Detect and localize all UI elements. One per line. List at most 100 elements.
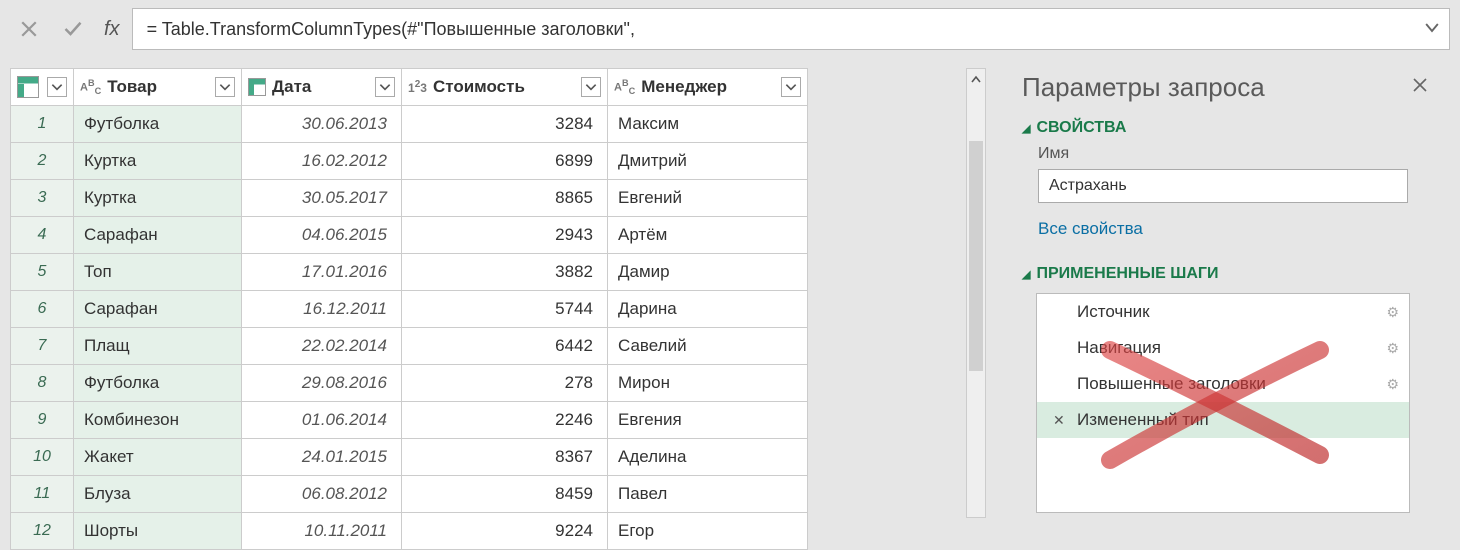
gear-icon[interactable]: ⚙ bbox=[1386, 376, 1399, 393]
table-row[interactable]: 3Куртка30.05.20178865Евгений bbox=[11, 180, 808, 217]
manager-cell[interactable]: Евгения bbox=[608, 402, 808, 439]
tovar-cell[interactable]: Куртка bbox=[74, 143, 242, 180]
fx-label: fx bbox=[98, 18, 126, 41]
date-type-icon bbox=[248, 78, 266, 96]
tovar-cell[interactable]: Футболка bbox=[74, 365, 242, 402]
query-name-input[interactable] bbox=[1038, 169, 1408, 203]
table-row[interactable]: 11Блуза06.08.20128459Павел bbox=[11, 476, 808, 513]
row-number-header[interactable] bbox=[11, 69, 74, 106]
cost-cell[interactable]: 9224 bbox=[402, 513, 608, 550]
tovar-cell[interactable]: Сарафан bbox=[74, 217, 242, 254]
applied-step[interactable]: Источник⚙ bbox=[1037, 294, 1409, 330]
properties-section-header[interactable]: ◢ СВОЙСТВА bbox=[1022, 119, 1432, 137]
manager-cell[interactable]: Савелий bbox=[608, 328, 808, 365]
date-cell[interactable]: 10.11.2011 bbox=[242, 513, 402, 550]
all-properties-link[interactable]: Все свойства bbox=[1038, 219, 1143, 239]
applied-step[interactable]: ✕ Измененный тип bbox=[1037, 402, 1409, 438]
date-cell[interactable]: 30.05.2017 bbox=[242, 180, 402, 217]
vertical-scrollbar[interactable] bbox=[966, 68, 986, 518]
tovar-cell[interactable]: Топ bbox=[74, 254, 242, 291]
cost-cell[interactable]: 2943 bbox=[402, 217, 608, 254]
date-cell[interactable]: 22.02.2014 bbox=[242, 328, 402, 365]
formula-cancel-button[interactable] bbox=[10, 11, 48, 47]
manager-cell[interactable]: Евгений bbox=[608, 180, 808, 217]
formula-expand-button[interactable] bbox=[1425, 19, 1439, 40]
column-header-manager[interactable]: ABC Менеджер bbox=[608, 69, 808, 106]
applied-step[interactable]: Повышенные заголовки ⚙ bbox=[1037, 366, 1409, 402]
column-filter-button[interactable] bbox=[581, 77, 601, 97]
manager-cell[interactable]: Дарина bbox=[608, 291, 808, 328]
table-row[interactable]: 6Сарафан16.12.20115744Дарина bbox=[11, 291, 808, 328]
manager-cell[interactable]: Дамир bbox=[608, 254, 808, 291]
tovar-cell[interactable]: Сарафан bbox=[74, 291, 242, 328]
tovar-cell[interactable]: Шорты bbox=[74, 513, 242, 550]
row-number-cell: 11 bbox=[11, 476, 74, 513]
panel-close-button[interactable] bbox=[1408, 72, 1432, 103]
table-options-button[interactable] bbox=[47, 77, 67, 97]
tovar-cell[interactable]: Куртка bbox=[74, 180, 242, 217]
applied-steps-header[interactable]: ◢ ПРИМЕНЕННЫЕ ШАГИ bbox=[1022, 265, 1432, 283]
cost-cell[interactable]: 3882 bbox=[402, 254, 608, 291]
table-row[interactable]: 5Топ17.01.20163882Дамир bbox=[11, 254, 808, 291]
date-cell[interactable]: 24.01.2015 bbox=[242, 439, 402, 476]
tovar-cell[interactable]: Футболка bbox=[74, 106, 242, 143]
column-filter-button[interactable] bbox=[215, 77, 235, 97]
table-row[interactable]: 2Куртка16.02.20126899Дмитрий bbox=[11, 143, 808, 180]
manager-cell[interactable]: Павел bbox=[608, 476, 808, 513]
table-row[interactable]: 7Плащ22.02.20146442Савелий bbox=[11, 328, 808, 365]
tovar-cell[interactable]: Комбинезон bbox=[74, 402, 242, 439]
step-label: Измененный тип bbox=[1077, 410, 1209, 430]
column-header-tovar[interactable]: ABC Товар bbox=[74, 69, 242, 106]
gear-icon[interactable]: ⚙ bbox=[1386, 304, 1399, 321]
gear-icon[interactable]: ⚙ bbox=[1386, 340, 1399, 357]
cost-cell[interactable]: 8367 bbox=[402, 439, 608, 476]
name-label: Имя bbox=[1022, 145, 1432, 163]
manager-cell[interactable]: Артём bbox=[608, 217, 808, 254]
tovar-cell[interactable]: Жакет bbox=[74, 439, 242, 476]
tovar-cell[interactable]: Плащ bbox=[74, 328, 242, 365]
column-label: Дата bbox=[272, 77, 311, 97]
manager-cell[interactable]: Дмитрий bbox=[608, 143, 808, 180]
date-cell[interactable]: 16.12.2011 bbox=[242, 291, 402, 328]
formula-input[interactable]: = Table.TransformColumnTypes(#"Повышенны… bbox=[132, 8, 1450, 50]
manager-cell[interactable]: Мирон bbox=[608, 365, 808, 402]
table-row[interactable]: 12Шорты10.11.20119224Егор bbox=[11, 513, 808, 550]
table-row[interactable]: 1Футболка30.06.20133284Максим bbox=[11, 106, 808, 143]
column-filter-button[interactable] bbox=[781, 77, 801, 97]
column-header-data[interactable]: Дата bbox=[242, 69, 402, 106]
date-cell[interactable]: 04.06.2015 bbox=[242, 217, 402, 254]
cost-cell[interactable]: 8865 bbox=[402, 180, 608, 217]
delete-step-icon[interactable]: ✕ bbox=[1053, 412, 1065, 429]
date-cell[interactable]: 16.02.2012 bbox=[242, 143, 402, 180]
cost-cell[interactable]: 8459 bbox=[402, 476, 608, 513]
cost-cell[interactable]: 5744 bbox=[402, 291, 608, 328]
scroll-thumb[interactable] bbox=[969, 141, 983, 371]
table-row[interactable]: 10Жакет24.01.20158367Аделина bbox=[11, 439, 808, 476]
date-cell[interactable]: 29.08.2016 bbox=[242, 365, 402, 402]
cost-cell[interactable]: 278 bbox=[402, 365, 608, 402]
cost-cell[interactable]: 3284 bbox=[402, 106, 608, 143]
formula-confirm-button[interactable] bbox=[54, 11, 92, 47]
date-cell[interactable]: 06.08.2012 bbox=[242, 476, 402, 513]
cost-cell[interactable]: 6442 bbox=[402, 328, 608, 365]
tovar-cell[interactable]: Блуза bbox=[74, 476, 242, 513]
table-row[interactable]: 8Футболка29.08.2016278Мирон bbox=[11, 365, 808, 402]
cost-cell[interactable]: 6899 bbox=[402, 143, 608, 180]
data-grid-area: ABC Товар Дата 12 bbox=[0, 58, 994, 536]
column-header-stoim[interactable]: 123 Стоимость bbox=[402, 69, 608, 106]
date-cell[interactable]: 01.06.2014 bbox=[242, 402, 402, 439]
manager-cell[interactable]: Максим bbox=[608, 106, 808, 143]
date-cell[interactable]: 17.01.2016 bbox=[242, 254, 402, 291]
scroll-up-button[interactable] bbox=[967, 69, 985, 91]
column-filter-button[interactable] bbox=[375, 77, 395, 97]
manager-cell[interactable]: Егор bbox=[608, 513, 808, 550]
step-label: Повышенные заголовки bbox=[1077, 374, 1266, 394]
cost-cell[interactable]: 2246 bbox=[402, 402, 608, 439]
text-type-icon: ABC bbox=[614, 78, 635, 96]
date-cell[interactable]: 30.06.2013 bbox=[242, 106, 402, 143]
manager-cell[interactable]: Аделина bbox=[608, 439, 808, 476]
table-row[interactable]: 9Комбинезон01.06.20142246Евгения bbox=[11, 402, 808, 439]
table-row[interactable]: 4Сарафан04.06.20152943Артём bbox=[11, 217, 808, 254]
collapse-triangle-icon: ◢ bbox=[1022, 122, 1030, 135]
applied-step[interactable]: Навигация⚙ bbox=[1037, 330, 1409, 366]
